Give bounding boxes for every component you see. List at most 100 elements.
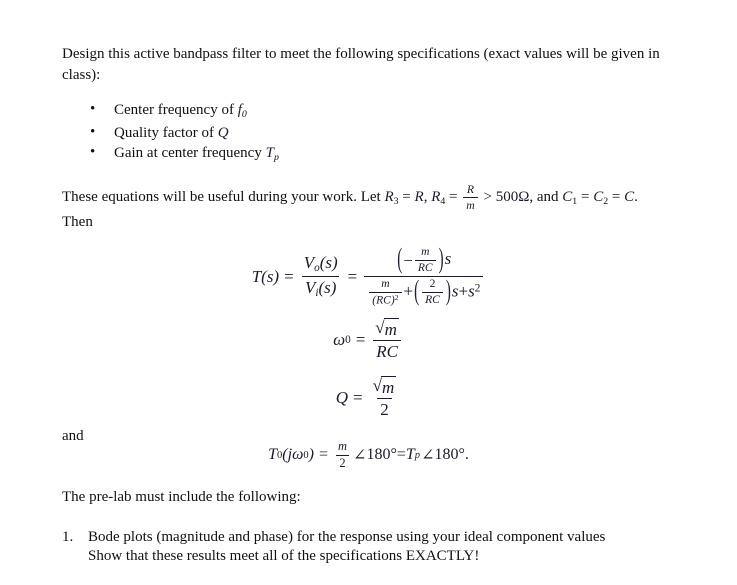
equation-t0-at-omega-zero: T 0(j ω 0) = m 2 ∠ 180° = Tp ∠ 180°. bbox=[0, 439, 737, 471]
specifications-list: Center frequency of f0 Quality factor of… bbox=[62, 100, 279, 167]
item-line-2: Show that these results meet all of the … bbox=[88, 548, 480, 564]
fraction-denominator: 2 bbox=[336, 454, 349, 471]
fraction-numerator: R bbox=[466, 183, 475, 196]
equations-intro-paragraph: These equations will be useful during yo… bbox=[62, 183, 702, 233]
item-line-1: Bode plots (magnitude and phase) for the… bbox=[88, 529, 606, 545]
paren-right: ) bbox=[438, 244, 444, 275]
fraction-2-over-rc: 2 RC bbox=[422, 277, 443, 307]
list-item: Center frequency of f0 bbox=[62, 100, 279, 124]
fraction-numerator: √ m bbox=[370, 376, 400, 398]
radicand: m bbox=[380, 376, 397, 397]
angle-icon-2: ∠ bbox=[421, 447, 435, 465]
symbol-r: R bbox=[414, 189, 424, 206]
equation-quality-factor: Q = √ m 2 bbox=[0, 376, 737, 419]
fraction-numerator: √ m bbox=[372, 318, 402, 340]
prelab-heading: The pre-lab must include the following: bbox=[62, 489, 301, 505]
plus-sign-1: + bbox=[403, 281, 414, 301]
fraction-sqrtm-over-rc: √ m RC bbox=[372, 318, 402, 361]
symbol-c: C bbox=[624, 189, 635, 206]
greater-than: > bbox=[479, 189, 496, 206]
vo-symbol: V bbox=[303, 253, 315, 273]
fraction-denominator: m bbox=[463, 197, 478, 212]
tf-lhs: T bbox=[251, 266, 262, 286]
fraction-denominator: (RC)2 bbox=[369, 291, 402, 307]
tp-sub: p bbox=[414, 449, 421, 461]
fraction-denominator: RC bbox=[414, 259, 436, 275]
sqrt-group: √ m bbox=[375, 318, 399, 339]
t0-equals-1: = bbox=[318, 446, 329, 464]
degrees-1: 180° bbox=[366, 446, 397, 464]
spec-label: Center frequency of bbox=[114, 102, 238, 118]
t0-equals-2: = bbox=[396, 446, 406, 464]
symbol-r4: R bbox=[431, 189, 441, 206]
document-page: Design this active bandpass filter to me… bbox=[0, 0, 737, 585]
tf-equals-2: = bbox=[347, 266, 358, 286]
exponent: 2 bbox=[474, 282, 481, 295]
equals-2: = bbox=[445, 189, 462, 206]
spec-subscript: 0 bbox=[241, 108, 247, 120]
plus-sign-2: + bbox=[458, 281, 469, 301]
fraction-numerator: (− m RC) s bbox=[393, 244, 454, 276]
symbol-c2: C bbox=[593, 189, 604, 206]
prelab-requirements-list: 1. Bode plots (magnitude and phase) for … bbox=[62, 528, 605, 566]
paren-left: ( bbox=[414, 276, 420, 308]
vo-arg: (s) bbox=[319, 253, 338, 273]
spec-symbol: T bbox=[265, 144, 274, 161]
q-symbol: Q bbox=[335, 387, 349, 407]
and-text: , and bbox=[529, 189, 563, 206]
vi-symbol: V bbox=[304, 278, 316, 298]
exponent: 2 bbox=[394, 292, 399, 302]
fraction-denominator: RC bbox=[422, 292, 443, 307]
minus-sign: − bbox=[403, 250, 413, 270]
period: . bbox=[464, 446, 469, 464]
list-item: Quality factor of Q bbox=[62, 123, 279, 144]
paren-group-denominator: (2 RC) bbox=[413, 276, 452, 308]
paren-right: ) bbox=[445, 276, 451, 308]
degrees-2: 180° bbox=[434, 446, 465, 464]
equation-omega-zero: ω0 = √ m RC bbox=[0, 318, 737, 361]
denominator-s-2: s bbox=[468, 281, 475, 301]
fraction-m-over-rc-squared: m (RC)2 bbox=[369, 276, 402, 307]
fraction-vo-vi: Vo(s) Vi(s) bbox=[301, 253, 341, 299]
spec-label: Gain at center frequency bbox=[114, 144, 266, 161]
intro-paragraph: Design this active bandpass filter to me… bbox=[62, 46, 660, 83]
spec-label: Quality factor of bbox=[114, 125, 218, 142]
list-item: 1. Bode plots (magnitude and phase) for … bbox=[62, 528, 605, 566]
fraction-numerator: m bbox=[381, 276, 390, 290]
fraction-denominator: m (RC)2 +(2 RC) s+s2 bbox=[364, 275, 484, 308]
intro-text: These equations will be useful during yo… bbox=[62, 189, 385, 206]
omega-equals: = bbox=[355, 329, 366, 349]
fraction-numerator: 2 bbox=[429, 277, 436, 291]
ohm-value: 500Ω bbox=[495, 189, 530, 206]
omega-symbol: ω bbox=[292, 446, 304, 464]
sqrt-group: √ m bbox=[373, 376, 397, 397]
tf-lhs-arg: (s) bbox=[261, 266, 280, 286]
symbol-r3: R bbox=[384, 189, 394, 206]
fraction-m-over-rc: m RC bbox=[414, 245, 436, 275]
equation-transfer-function: T (s) = Vo(s) Vi(s) = (− m RC) s m (RC)2 +(2 RC… bbox=[0, 244, 737, 308]
item-number: 1. bbox=[62, 529, 74, 545]
fraction-m-over-2: m2 bbox=[335, 439, 350, 471]
fraction-numerator: Vo(s) bbox=[301, 253, 341, 276]
fraction-numerator: m bbox=[421, 245, 430, 258]
omega-symbol: ω bbox=[333, 329, 346, 349]
equals-1: = bbox=[398, 189, 415, 206]
paren-left: ( bbox=[397, 244, 403, 275]
equals-4: = bbox=[608, 189, 625, 206]
fraction-numerator: m bbox=[338, 439, 348, 453]
list-item: Gain at center frequency Tp bbox=[62, 143, 279, 167]
fraction-denominator: 2 bbox=[377, 398, 392, 419]
radicand: m bbox=[383, 318, 399, 339]
paren-group-numerator: (− m RC) bbox=[396, 244, 444, 275]
angle-icon-1: ∠ bbox=[353, 447, 367, 465]
omega-sub: 0 bbox=[345, 333, 351, 346]
q-equals: = bbox=[353, 387, 363, 407]
paren-right: ) bbox=[308, 446, 314, 464]
fraction-denominator: Vi(s) bbox=[301, 276, 340, 300]
numerator-s: s bbox=[444, 249, 452, 269]
t0-symbol: T bbox=[268, 446, 278, 464]
tf-equals-1: = bbox=[284, 266, 294, 286]
fraction-denominator: RC bbox=[373, 340, 401, 361]
spec-subscript: p bbox=[273, 151, 279, 163]
then-text: Then bbox=[62, 214, 93, 231]
